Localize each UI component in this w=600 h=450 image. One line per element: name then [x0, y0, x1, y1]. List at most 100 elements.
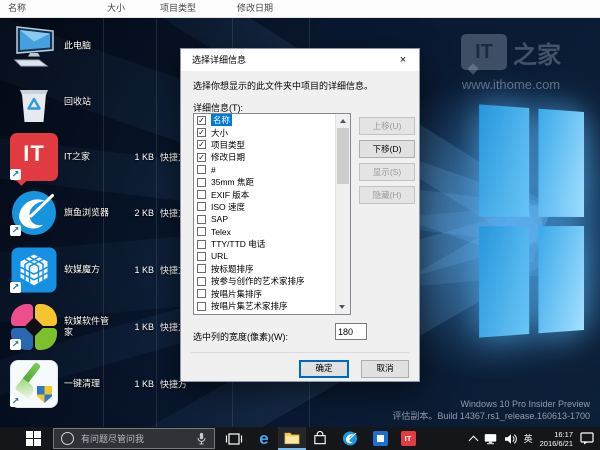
taskbar-app-ithome[interactable]: IT: [394, 427, 422, 450]
detail-option-label: TTY/TTD 电话: [211, 238, 265, 250]
desktop-item-one-key-clean[interactable]: ↗一键清理1 KB快捷方: [0, 360, 190, 412]
detail-option-9[interactable]: Telex: [194, 226, 350, 238]
dialog-titlebar[interactable]: 选择详细信息 ×: [181, 49, 419, 71]
taskbar-app-swordfish-browser[interactable]: [336, 427, 364, 450]
details-listbox[interactable]: ✓名称✓大小✓项目类型✓修改日期#35mm 焦距EXIF 版本ISO 速度SAP…: [193, 113, 351, 315]
checkbox-icon[interactable]: ✓: [197, 128, 206, 137]
taskbar-app-ruanmei-app[interactable]: [366, 427, 394, 450]
cancel-button[interactable]: 取消: [361, 360, 409, 378]
listbox-scrollbar[interactable]: [335, 114, 350, 314]
move-down-button[interactable]: 下移(D): [359, 140, 415, 158]
detail-option-label: Telex: [211, 227, 231, 237]
detail-option-label: 按标题排序: [211, 263, 254, 275]
checkbox-icon[interactable]: [197, 165, 206, 174]
checkbox-icon[interactable]: [197, 240, 206, 249]
detail-option-0[interactable]: ✓名称: [194, 114, 350, 126]
ithome-icon: IT: [401, 431, 416, 446]
checkbox-icon[interactable]: [197, 178, 206, 187]
shortcut-arrow-icon: ↗: [10, 339, 21, 350]
detail-option-11[interactable]: URL: [194, 250, 350, 262]
checkbox-icon[interactable]: [197, 190, 206, 199]
detail-option-2[interactable]: ✓ 项目类型: [194, 139, 350, 151]
detail-option-7[interactable]: ISO 速度: [194, 201, 350, 213]
ithome-logo-icon: IT: [461, 34, 507, 70]
detail-option-label: 项目类型: [211, 139, 245, 151]
hide-button[interactable]: 隐藏(H): [359, 186, 415, 204]
build-watermark-line2: 评估副本。Build 14367.rs1_release.160613-1700: [392, 410, 590, 422]
cortana-search-box[interactable]: 有问题尽管问我: [53, 428, 215, 449]
checkbox-icon[interactable]: [197, 289, 206, 298]
action-center-icon[interactable]: [580, 432, 594, 445]
detail-option-label: 按唱片集排序: [211, 288, 262, 300]
detail-option-label: 35mm 焦距: [211, 176, 254, 188]
tray-chevron-up-icon[interactable]: [468, 435, 478, 445]
checkbox-icon[interactable]: [197, 215, 206, 224]
detail-option-8[interactable]: SAP: [194, 213, 350, 225]
detail-option-3[interactable]: ✓ 修改日期: [194, 151, 350, 163]
detail-option-label: 修改日期: [211, 151, 245, 163]
this-pc-icon: [10, 22, 58, 70]
column-header-date-modified[interactable]: 修改日期: [237, 0, 273, 17]
detail-option-14[interactable]: 按唱片集排序: [194, 287, 350, 299]
scroll-up-icon[interactable]: [340, 119, 346, 123]
taskbar: 有问题尽管问我: [0, 427, 600, 450]
detail-option-4[interactable]: #: [194, 164, 350, 176]
start-button[interactable]: [0, 427, 52, 450]
checkbox-icon[interactable]: ✓: [197, 153, 206, 162]
ok-button[interactable]: 确定: [299, 360, 349, 378]
detail-option-6[interactable]: EXIF 版本: [194, 188, 350, 200]
network-icon[interactable]: [484, 433, 497, 445]
desktop-item-recycle-bin[interactable]: 回收站: [0, 78, 190, 130]
detail-option-label: 按参与创作的艺术家排序: [211, 275, 305, 287]
detail-option-label: URL: [211, 251, 228, 261]
ime-indicator[interactable]: 英: [524, 432, 533, 445]
checkbox-icon[interactable]: [197, 202, 206, 211]
detail-option-12[interactable]: 按标题排序: [194, 263, 350, 275]
column-header-name[interactable]: 名称: [8, 0, 26, 17]
task-view-button[interactable]: [220, 427, 248, 450]
desktop-item-ithome[interactable]: IT↗IT之家1 KB快捷方: [0, 133, 190, 185]
taskbar-app-store[interactable]: [306, 427, 334, 450]
microphone-icon[interactable]: [196, 432, 207, 445]
scrollbar-thumb[interactable]: [337, 128, 349, 184]
desktop-item-ruanmei-mofang[interactable]: ↗软媒魔方1 KB快捷方: [0, 246, 190, 298]
column-header-row: 名称 大小 项目类型 修改日期: [0, 0, 600, 18]
detail-option-5[interactable]: 35mm 焦距: [194, 176, 350, 188]
desktop-item-this-pc[interactable]: 此电脑: [0, 22, 190, 74]
recycle-bin-icon: [10, 78, 58, 126]
checkbox-icon[interactable]: [197, 252, 206, 261]
scroll-down-icon[interactable]: [339, 305, 345, 309]
desktop-item-size: 2 KB: [110, 208, 154, 218]
taskbar-app-file-explorer[interactable]: [278, 427, 306, 450]
desktop-item-swordfish-browser[interactable]: ↗旗鱼浏览器2 KB快捷方: [0, 189, 190, 241]
column-header-type[interactable]: 项目类型: [160, 0, 196, 17]
dialog-title: 选择详细信息: [192, 49, 246, 71]
taskbar-clock[interactable]: 16:17 2016/6/21: [540, 430, 573, 448]
shortcut-arrow-icon: ↗: [10, 396, 21, 407]
cortana-icon: [61, 432, 74, 445]
checkbox-icon[interactable]: [197, 264, 206, 273]
move-up-button[interactable]: 上移(U): [359, 117, 415, 135]
detail-option-10[interactable]: TTY/TTD 电话: [194, 238, 350, 250]
column-header-size[interactable]: 大小: [107, 0, 125, 17]
checkbox-icon[interactable]: ✓: [197, 140, 206, 149]
volume-icon[interactable]: [504, 433, 517, 445]
system-tray: 英 16:17 2016/6/21: [470, 427, 594, 450]
checkbox-icon[interactable]: [197, 277, 206, 286]
task-view-icon: [225, 433, 243, 445]
desktop-item-ruanmei-manager[interactable]: ↗软媒软件管家1 KB快捷方: [0, 303, 190, 355]
close-icon[interactable]: ×: [387, 49, 419, 71]
detail-option-13[interactable]: 按参与创作的艺术家排序: [194, 275, 350, 287]
desktop-item-label: 一键清理: [64, 379, 114, 390]
desktop: 名称 大小 项目类型 修改日期 此电脑回收站IT↗IT之家1 KB快捷方↗旗鱼浏…: [0, 0, 600, 450]
file-explorer-icon: [284, 430, 300, 445]
checkbox-icon[interactable]: [197, 227, 206, 236]
checkbox-icon[interactable]: ✓: [197, 116, 206, 125]
show-button[interactable]: 显示(S): [359, 163, 415, 181]
clock-date: 2016/6/21: [540, 439, 573, 448]
detail-option-15[interactable]: 按唱片集艺术家排序: [194, 300, 350, 312]
taskbar-app-edge[interactable]: e: [250, 427, 278, 450]
detail-option-1[interactable]: ✓大小: [194, 126, 350, 138]
column-width-input[interactable]: [335, 323, 367, 340]
checkbox-icon[interactable]: [197, 302, 206, 311]
